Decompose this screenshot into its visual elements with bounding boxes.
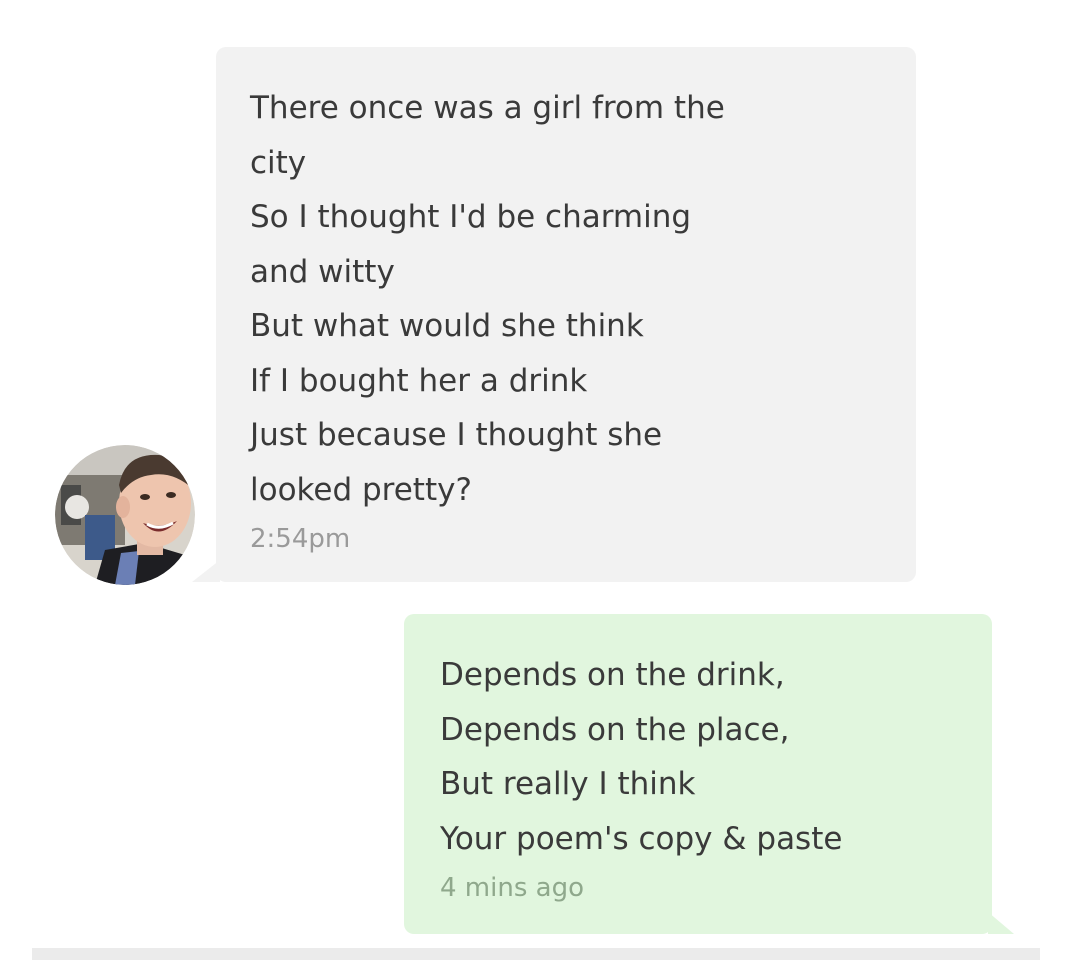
- message-line: Depends on the drink,: [440, 657, 785, 693]
- bubble-tail: [988, 912, 1014, 934]
- message-line: But really I think: [440, 766, 696, 802]
- outgoing-message-bubble[interactable]: Depends on the drink, Depends on the pla…: [404, 614, 1014, 934]
- message-line: Your poem's copy & paste: [440, 820, 843, 857]
- message-line: Depends on the place,: [440, 711, 790, 748]
- message-line: looked pretty?: [250, 471, 472, 508]
- message-line: Just because I thought she: [250, 417, 663, 453]
- composer-divider: [32, 948, 1040, 960]
- avatar-photo: [55, 445, 195, 585]
- message-line: If I bought her a drink: [250, 362, 588, 399]
- message-line: But what would she think: [250, 308, 644, 344]
- message-timestamp: 4 mins ago: [440, 873, 584, 903]
- message-line: There once was a girl from the: [250, 90, 725, 126]
- sender-avatar[interactable]: [55, 445, 195, 585]
- message-line: and witty: [250, 253, 395, 290]
- bubble-tail: [192, 560, 220, 582]
- message-line: So I thought I'd be charming: [250, 199, 692, 235]
- incoming-message-bubble[interactable]: There once was a girl from the city So I…: [192, 47, 916, 582]
- chat-thread: There once was a girl from the city So I…: [0, 0, 1080, 969]
- message-timestamp: 2:54pm: [250, 524, 351, 554]
- message-line: city: [250, 144, 307, 181]
